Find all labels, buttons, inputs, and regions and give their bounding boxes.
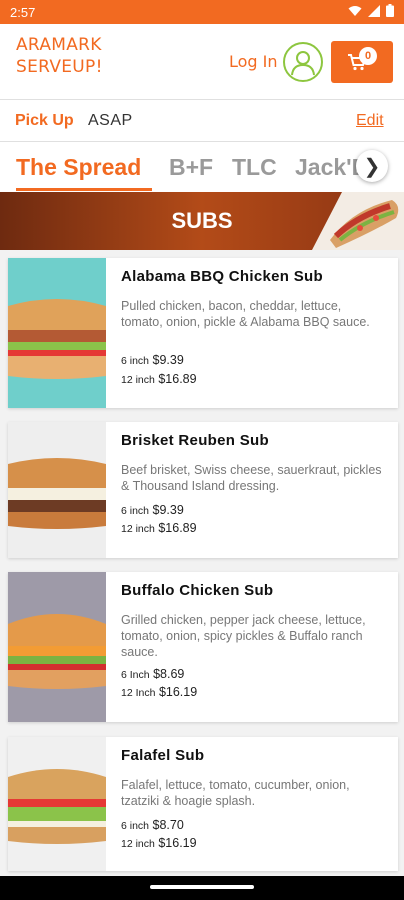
brand-logo[interactable]: ARAMARK SERVEUP!: [16, 34, 103, 78]
banner-sandwich-image: [312, 192, 404, 250]
tab-tlc[interactable]: TLC: [232, 154, 277, 181]
item-price-small: 6 Inch $8.69: [121, 667, 184, 681]
item-description: Pulled chicken, bacon, cheddar, lettuce,…: [121, 299, 370, 329]
category-banner: SUBS: [0, 192, 404, 250]
price-value: $8.70: [152, 818, 184, 832]
item-name: Falafel Sub: [121, 747, 205, 764]
item-price-small: 6 inch $8.70: [121, 818, 184, 832]
brand-line-1: ARAMARK: [16, 35, 102, 55]
item-name: Alabama BBQ Chicken Sub: [121, 268, 323, 285]
home-gesture-handle[interactable]: [150, 885, 254, 889]
size-label: 6 Inch: [121, 669, 150, 681]
size-label: 12 inch: [121, 374, 155, 386]
chevron-right-icon[interactable]: ❯: [356, 150, 388, 182]
item-price-large: 12 Inch $16.19: [121, 685, 197, 699]
menu-item-card[interactable]: Alabama BBQ Chicken Sub Pulled chicken, …: [8, 258, 398, 408]
app-header: ARAMARK SERVEUP! Log In 0: [0, 24, 404, 100]
menu-item-card[interactable]: Falafel Sub Falafel, lettuce, tomato, cu…: [8, 737, 398, 871]
size-label: 6 inch: [121, 820, 150, 832]
item-name: Buffalo Chicken Sub: [121, 582, 274, 599]
brand-line-2: SERVEUP!: [16, 57, 103, 77]
login-link[interactable]: Log In: [229, 52, 278, 71]
size-label: 12 inch: [121, 838, 155, 850]
price-value: $9.39: [152, 503, 184, 517]
item-price-large: 12 inch $16.19: [121, 836, 197, 850]
pickup-label: Pick Up: [15, 112, 74, 129]
menu-item-card[interactable]: Brisket Reuben Sub Beef brisket, Swiss c…: [8, 422, 398, 558]
user-avatar-icon[interactable]: [283, 42, 323, 82]
battery-icon: [386, 4, 394, 20]
item-price-large: 12 inch $16.89: [121, 372, 197, 386]
item-description: Falafel, lettuce, tomato, cucumber, onio…: [121, 778, 350, 808]
status-time: 2:57: [10, 4, 36, 20]
system-nav-bar: [0, 876, 404, 900]
pickup-time: ASAP: [88, 112, 133, 129]
price-value: $16.19: [158, 685, 198, 699]
tab-bf[interactable]: B+F: [169, 154, 213, 181]
size-label: 12 Inch: [121, 687, 156, 699]
item-image: [8, 258, 106, 408]
signal-icon: [368, 4, 380, 20]
item-description: Grilled chicken, pepper jack cheese, let…: [121, 613, 366, 659]
cart-count-badge: 0: [359, 47, 377, 65]
menu-item-card[interactable]: Buffalo Chicken Sub Grilled chicken, pep…: [8, 572, 398, 722]
item-image: [8, 572, 106, 722]
item-description: Beef brisket, Swiss cheese, sauerkraut, …: [121, 463, 382, 493]
item-image: [8, 422, 106, 558]
item-price-large: 12 inch $16.89: [121, 521, 197, 535]
item-price-small: 6 inch $9.39: [121, 503, 184, 517]
status-bar: 2:57: [0, 0, 404, 24]
category-tabs: The Spread B+F TLC Jack'Bu: [0, 142, 404, 192]
size-label: 12 inch: [121, 523, 155, 535]
price-value: $16.89: [158, 372, 197, 386]
item-name: Brisket Reuben Sub: [121, 432, 269, 449]
edit-pickup-link[interactable]: Edit: [356, 112, 384, 130]
price-value: $8.69: [153, 667, 185, 681]
active-tab-indicator: [16, 188, 152, 191]
item-price-small: 6 inch $9.39: [121, 353, 184, 367]
size-label: 6 inch: [121, 355, 150, 367]
price-value: $16.89: [158, 521, 197, 535]
pickup-row: Pick Up ASAP Edit: [0, 100, 404, 142]
item-image: [8, 737, 106, 871]
price-value: $9.39: [152, 353, 184, 367]
price-value: $16.19: [158, 836, 197, 850]
wifi-icon: [348, 5, 362, 20]
size-label: 6 inch: [121, 505, 150, 517]
tab-the-spread[interactable]: The Spread: [16, 154, 141, 181]
